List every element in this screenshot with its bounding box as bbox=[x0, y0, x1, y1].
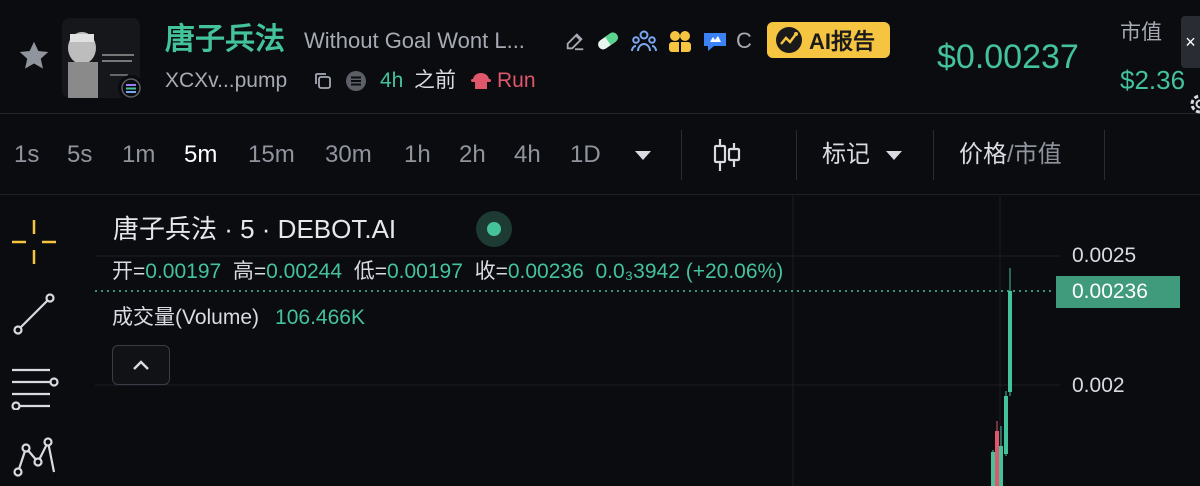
timeframe-1s[interactable]: 1s bbox=[14, 140, 39, 170]
solana-chain-icon bbox=[118, 75, 144, 101]
candle-body bbox=[991, 452, 995, 486]
candle-body bbox=[1004, 396, 1008, 454]
price-mcap-toggle[interactable]: 价格/市值 bbox=[959, 140, 1062, 170]
market-cap-label: 市值 bbox=[1120, 21, 1162, 44]
timeframe-30m[interactable]: 30m bbox=[325, 140, 372, 170]
chart-title: 唐子兵法 · 5 · DEBOT.AI bbox=[113, 214, 397, 244]
toolbar-divider bbox=[933, 130, 934, 180]
twitter-bird-icon[interactable] bbox=[701, 28, 729, 54]
community-icon[interactable] bbox=[666, 28, 694, 54]
candle-body bbox=[1008, 291, 1012, 392]
price-toggle-label[interactable]: 价格 bbox=[959, 141, 1007, 168]
timeframe-15m[interactable]: 15m bbox=[248, 140, 295, 170]
candlestick-type-icon[interactable] bbox=[712, 137, 742, 178]
ai-report-label: AI报告 bbox=[809, 29, 876, 54]
token-age-suffix: 之前 bbox=[414, 69, 456, 92]
chart-toolbar: 1s 5s 1m 5m 15m 30m 1h 2h 4h 1D 标记 价格/市值 bbox=[0, 115, 1200, 195]
mark-dropdown-icon[interactable] bbox=[884, 148, 904, 167]
volume-readout: 成交量(Volume) 106.466K bbox=[112, 305, 365, 331]
open-label: 开= bbox=[112, 260, 146, 283]
mark-menu-label[interactable]: 标记 bbox=[822, 140, 870, 170]
high-value: 0.00244 bbox=[266, 260, 343, 283]
run-label[interactable]: Run bbox=[497, 68, 536, 94]
fib-lines-tool-icon[interactable] bbox=[8, 360, 60, 412]
close-button[interactable]: × bbox=[1181, 16, 1200, 68]
timeframe-5s[interactable]: 5s bbox=[67, 140, 92, 170]
candle-body bbox=[999, 446, 1003, 486]
gear-icon[interactable] bbox=[1186, 90, 1200, 118]
timeframe-1D[interactable]: 1D bbox=[570, 140, 601, 170]
run-icon bbox=[469, 68, 493, 94]
timeframe-2h[interactable]: 2h bbox=[459, 140, 486, 170]
trend-line-tool-icon[interactable] bbox=[8, 288, 60, 340]
crosshair-tool-icon[interactable] bbox=[8, 216, 60, 268]
candles-group bbox=[991, 268, 1012, 486]
token-header: 唐子兵法 Without Goal Wont L... C AI报告 XCXv.… bbox=[0, 0, 1200, 114]
token-age-value: 4h bbox=[380, 69, 404, 92]
chain-icon bbox=[345, 68, 367, 94]
timeframe-1m[interactable]: 1m bbox=[122, 140, 155, 170]
pill-icon[interactable] bbox=[594, 28, 622, 54]
timeframe-4h[interactable]: 4h bbox=[514, 140, 541, 170]
current-price-tag: 0.00236 bbox=[1056, 276, 1180, 308]
low-label: 低= bbox=[353, 260, 387, 283]
c-label[interactable]: C bbox=[734, 28, 754, 54]
edit-icon[interactable] bbox=[561, 28, 589, 54]
toolbar-divider bbox=[681, 130, 682, 180]
collapse-legend-button[interactable] bbox=[112, 345, 170, 385]
market-cap-value: $2.36 bbox=[1120, 65, 1186, 95]
token-price: $0.00237 bbox=[937, 38, 1079, 76]
copy-icon[interactable] bbox=[313, 68, 333, 94]
token-name: 唐子兵法 bbox=[165, 23, 285, 56]
volume-label: 成交量(Volume) bbox=[112, 306, 260, 329]
token-description: Without Goal Wont L... bbox=[304, 28, 525, 53]
candle-body bbox=[995, 431, 999, 486]
toolbar-divider bbox=[796, 130, 797, 180]
timeframe-5m[interactable]: 5m bbox=[184, 140, 217, 170]
close-value: 0.00236 bbox=[507, 260, 584, 283]
toggle-slash: / bbox=[1007, 141, 1014, 168]
pattern-tool-icon[interactable] bbox=[8, 430, 60, 482]
change-value: 0.0₃3942 (+20.06%) bbox=[595, 260, 784, 283]
open-value: 0.00197 bbox=[145, 260, 222, 283]
favorite-star-icon[interactable] bbox=[16, 38, 52, 74]
mcap-toggle-label[interactable]: 市值 bbox=[1014, 141, 1062, 168]
price-axis-label: 0.002 bbox=[1072, 374, 1125, 397]
toolbar-divider bbox=[1104, 130, 1105, 180]
timeframe-1h[interactable]: 1h bbox=[404, 140, 431, 170]
ohlc-readout: 开=0.00197 高=0.00244 低=0.00197 收=0.00236 … bbox=[112, 259, 783, 285]
token-address: XCXv...pump bbox=[165, 69, 288, 92]
close-label: 收= bbox=[474, 260, 508, 283]
ai-report-button[interactable]: AI报告 bbox=[767, 22, 890, 58]
price-axis-label: 0.0025 bbox=[1072, 244, 1137, 267]
holders-icon[interactable] bbox=[630, 28, 658, 54]
chevron-up-icon bbox=[133, 360, 149, 370]
high-label: 高= bbox=[232, 260, 267, 283]
volume-value: 106.466K bbox=[275, 306, 365, 329]
live-status-icon bbox=[476, 211, 512, 247]
low-value: 0.00197 bbox=[386, 260, 463, 283]
ai-report-icon bbox=[776, 27, 802, 53]
timeframe-dropdown-icon[interactable] bbox=[633, 148, 653, 167]
